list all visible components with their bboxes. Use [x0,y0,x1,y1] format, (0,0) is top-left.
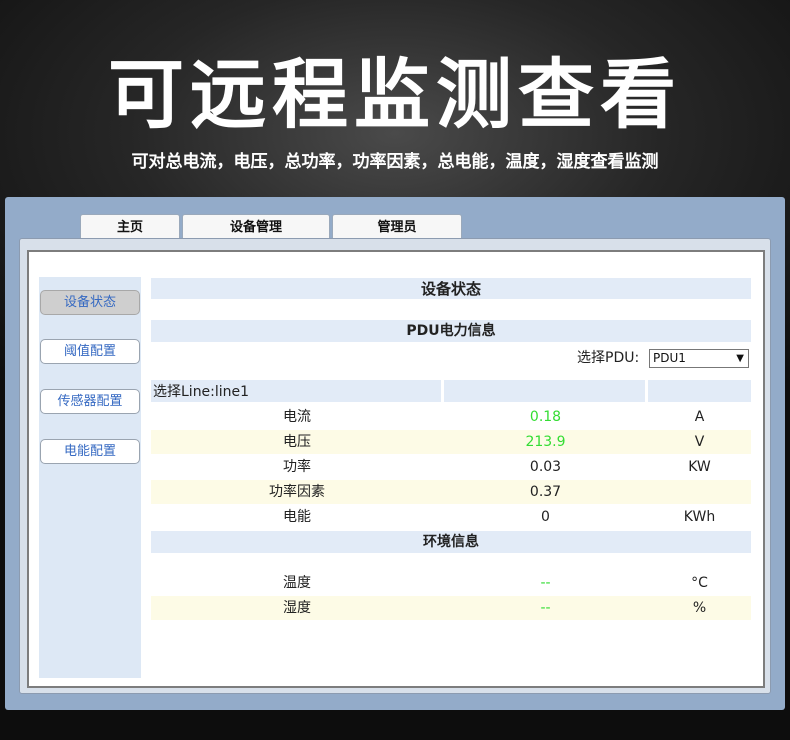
metric-name: 湿度 [283,600,311,616]
metric-unit: °C [691,575,708,591]
sidebar-item-device-status[interactable]: 设备状态 [40,290,140,315]
banner-subtitle: 可对总电流，电压，总功率，功率因素，总电能，温度，湿度查看监测 [131,152,659,172]
metric-unit: V [694,434,705,450]
metric-unit: A [694,409,705,425]
pdu-select[interactable]: PDU1 ▼ [649,349,749,368]
table-row: 功率 0.03 KW [151,455,751,479]
metric-unit: % [692,600,707,616]
pdu-section-header: PDU电力信息 [151,320,751,342]
sidebar-item-energy-config[interactable]: 电能配置 [40,439,140,464]
metric-value: -- [540,575,551,591]
page-title: 设备状态 [151,278,751,299]
chevron-down-icon: ▼ [736,353,744,364]
table-row: 温度 -- °C [151,571,751,595]
metric-name: 电能 [283,509,311,525]
metric-name: 电压 [283,434,311,450]
table-row: 电流 0.18 A [151,405,751,429]
metric-name: 功率 [283,459,311,475]
metric-name: 电流 [283,409,311,425]
tab-device-management[interactable]: 设备管理 [182,214,330,238]
metric-value: 213.9 [525,434,566,450]
metric-unit [648,480,751,504]
table-row: 湿度 -- % [151,596,751,620]
banner-title: 可远程监测查看 [108,50,682,139]
sidebar-item-sensor-config[interactable]: 传感器配置 [40,389,140,414]
line-header-cell-unit [648,380,751,402]
metric-value: 0.37 [529,484,562,500]
tab-home[interactable]: 主页 [80,214,180,238]
metric-value: 0.03 [529,459,562,475]
metric-value: 0.18 [529,409,562,425]
metric-name: 功率因素 [269,484,325,500]
table-row: 功率因素 0.37 [151,480,751,504]
tab-admin[interactable]: 管理员 [332,214,462,238]
pdu-select-label: 选择PDU: [577,350,640,366]
metric-name: 温度 [283,575,311,591]
line-header-cell-value [444,380,645,402]
env-section-header: 环境信息 [151,531,751,553]
sidebar [39,277,141,678]
pdu-select-value: PDU1 [653,351,686,365]
metric-value: 0 [541,509,550,525]
table-row: 电能 0 KWh [151,505,751,529]
metric-unit: KW [688,459,711,475]
line-select-label: 选择Line:line1 [153,384,250,400]
sidebar-item-threshold-config[interactable]: 阈值配置 [40,339,140,364]
metric-unit: KWh [683,509,716,525]
metric-value: -- [540,600,551,616]
table-row: 电压 213.9 V [151,430,751,454]
